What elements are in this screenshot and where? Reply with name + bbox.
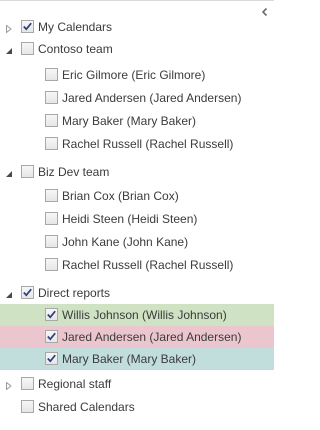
group-label: Biz Dev team — [38, 165, 110, 179]
calendar-checkbox[interactable] — [45, 212, 58, 225]
group-checkbox[interactable] — [21, 377, 34, 390]
calendar-item[interactable]: Eric Gilmore (Eric Gilmore) — [0, 64, 274, 86]
calendar-item-selected[interactable]: Willis Johnson (Willis Johnson) — [0, 304, 274, 326]
group-checkbox[interactable] — [21, 400, 34, 413]
check-icon — [47, 354, 56, 363]
group-checkbox[interactable] — [21, 165, 34, 178]
group-checkbox[interactable] — [21, 20, 34, 33]
calendar-item-selected[interactable]: Jared Andersen (Jared Andersen) — [0, 326, 274, 348]
calendar-label: Mary Baker (Mary Baker) — [62, 352, 197, 366]
calendar-item[interactable]: Jared Andersen (Jared Andersen) — [0, 87, 274, 109]
calendar-navigation-pane: My Calendars Contoso team Eric Gilmore (… — [0, 0, 274, 430]
calendar-checkbox[interactable] — [45, 91, 58, 104]
expanded-triangle-icon[interactable] — [5, 288, 13, 298]
calendar-item[interactable]: Rachel Russell (Rachel Russell) — [0, 133, 274, 155]
group-biz-dev-team[interactable]: Biz Dev team — [0, 161, 274, 183]
check-icon — [47, 332, 56, 341]
calendar-checkbox[interactable] — [45, 352, 58, 365]
collapse-pane-chevron-left-icon[interactable] — [260, 6, 270, 17]
pane-top-border — [0, 0, 274, 1]
group-my-calendars[interactable]: My Calendars — [0, 16, 274, 38]
calendar-label: Willis Johnson (Willis Johnson) — [62, 308, 227, 322]
calendar-item[interactable]: Rachel Russell (Rachel Russell) — [0, 254, 274, 276]
calendar-label: John Kane (John Kane) — [62, 235, 189, 249]
group-label: My Calendars — [38, 20, 113, 34]
calendar-checkbox[interactable] — [45, 258, 58, 271]
calendar-checkbox[interactable] — [45, 308, 58, 321]
calendar-checkbox[interactable] — [45, 68, 58, 81]
calendar-label: Brian Cox (Brian Cox) — [62, 189, 179, 203]
check-icon — [47, 310, 56, 319]
expanded-triangle-icon[interactable] — [5, 167, 13, 177]
check-icon — [23, 288, 32, 297]
calendar-label: Mary Baker (Mary Baker) — [62, 114, 197, 128]
group-label: Direct reports — [38, 286, 111, 300]
group-checkbox[interactable] — [21, 42, 34, 55]
collapsed-triangle-icon[interactable] — [5, 22, 13, 34]
calendar-item[interactable]: Brian Cox (Brian Cox) — [0, 185, 274, 207]
check-icon — [23, 22, 32, 31]
calendar-checkbox[interactable] — [45, 235, 58, 248]
collapsed-triangle-icon[interactable] — [5, 379, 13, 391]
group-direct-reports[interactable]: Direct reports — [0, 282, 274, 304]
expanded-triangle-icon[interactable] — [5, 44, 13, 54]
calendar-checkbox[interactable] — [45, 137, 58, 150]
group-regional-staff[interactable]: Regional staff — [0, 373, 274, 395]
group-shared-calendars[interactable]: Shared Calendars — [0, 396, 274, 418]
calendar-item[interactable]: Mary Baker (Mary Baker) — [0, 110, 274, 132]
group-label: Regional staff — [38, 377, 112, 391]
group-label: Shared Calendars — [38, 400, 135, 414]
group-contoso-team[interactable]: Contoso team — [0, 38, 274, 60]
calendar-checkbox[interactable] — [45, 330, 58, 343]
calendar-checkbox[interactable] — [45, 114, 58, 127]
calendar-label: Heidi Steen (Heidi Steen) — [62, 212, 198, 226]
group-checkbox[interactable] — [21, 286, 34, 299]
calendar-checkbox[interactable] — [45, 189, 58, 202]
calendar-label: Eric Gilmore (Eric Gilmore) — [62, 68, 206, 82]
calendar-item-selected[interactable]: Mary Baker (Mary Baker) — [0, 348, 274, 370]
calendar-item[interactable]: John Kane (John Kane) — [0, 231, 274, 253]
calendar-label: Jared Andersen (Jared Andersen) — [62, 330, 242, 344]
calendar-label: Rachel Russell (Rachel Russell) — [62, 258, 234, 272]
calendar-item[interactable]: Heidi Steen (Heidi Steen) — [0, 208, 274, 230]
calendar-label: Rachel Russell (Rachel Russell) — [62, 137, 234, 151]
group-label: Contoso team — [38, 42, 113, 56]
calendar-label: Jared Andersen (Jared Andersen) — [62, 91, 242, 105]
